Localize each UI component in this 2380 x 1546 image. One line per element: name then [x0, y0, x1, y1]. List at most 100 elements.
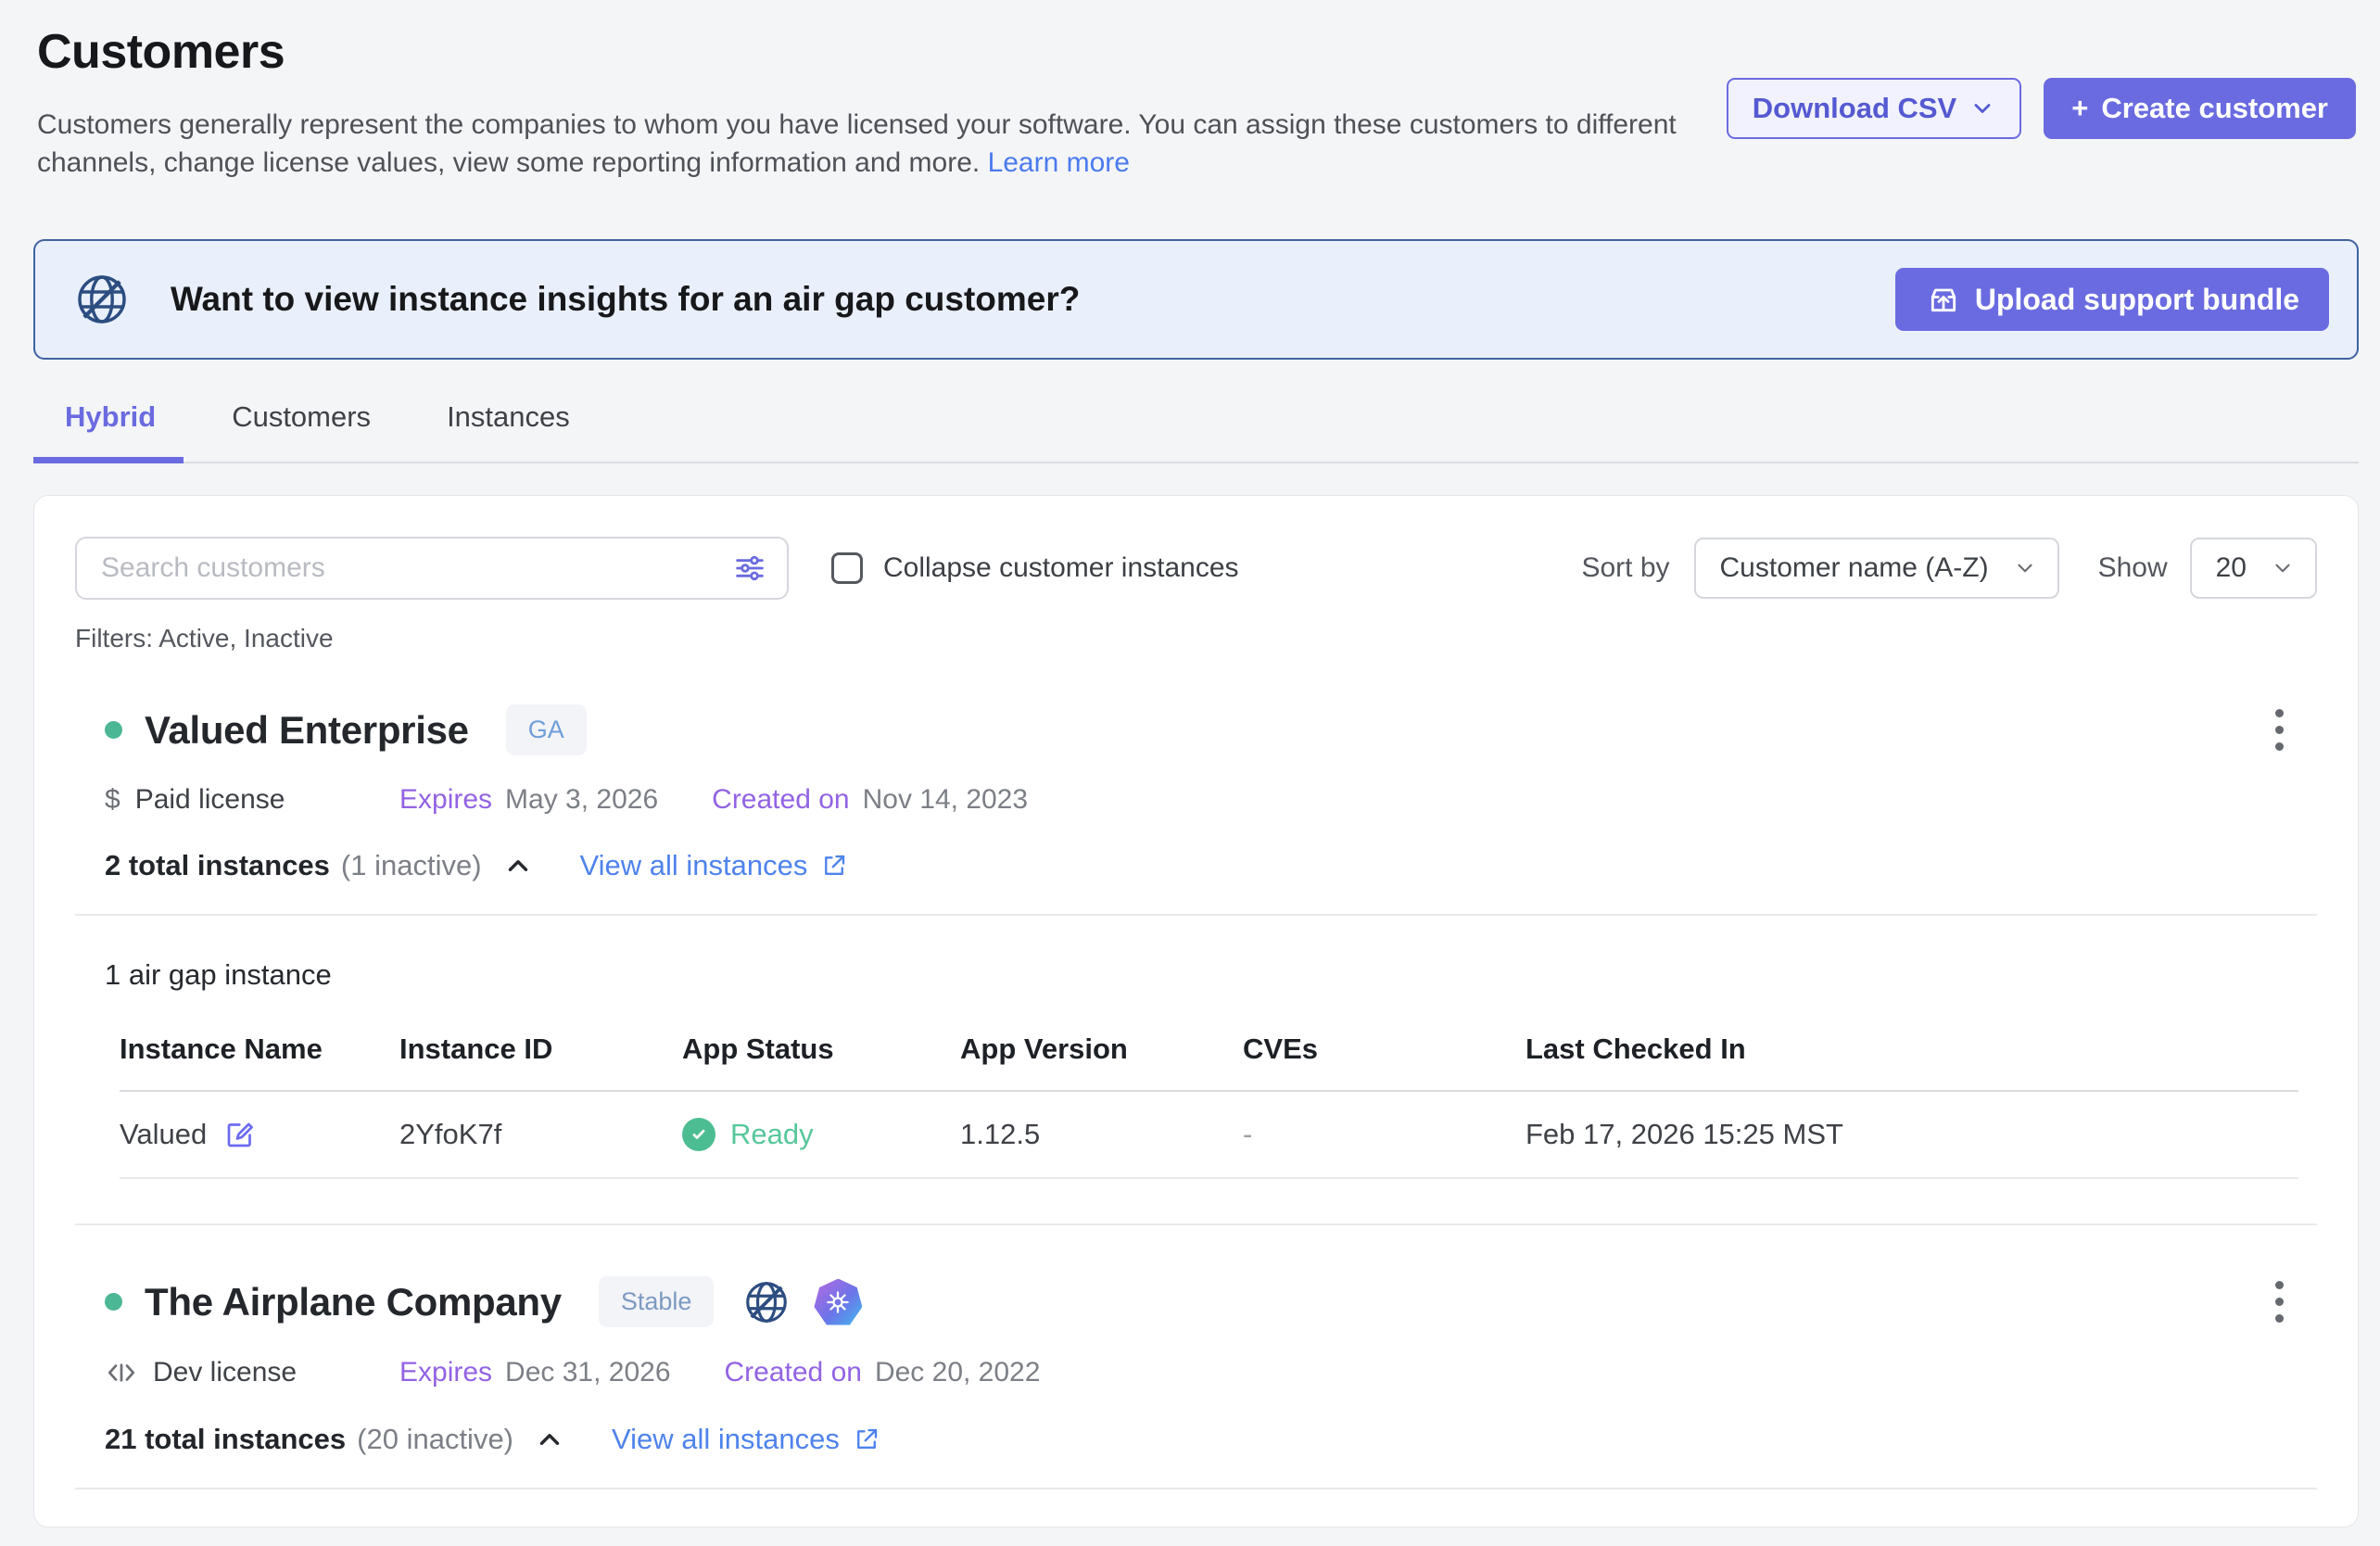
expires-date: Dec 31, 2026 — [505, 1357, 670, 1388]
customer-name[interactable]: The Airplane Company — [145, 1280, 562, 1324]
download-csv-label: Download CSV — [1753, 92, 1956, 125]
sort-by-select[interactable]: Customer name (A-Z) — [1694, 538, 2059, 599]
col-instance-name: Instance Name — [120, 1033, 399, 1066]
license-type: $ Paid license — [105, 784, 399, 816]
col-app-version: App Version — [960, 1033, 1243, 1066]
expires-label: Expires — [399, 784, 492, 816]
external-link-icon — [820, 852, 848, 880]
view-all-instances-label: View all instances — [612, 1423, 840, 1456]
cves-value: - — [1243, 1118, 1525, 1151]
search-input[interactable] — [99, 551, 731, 585]
section-divider — [75, 1223, 2317, 1225]
inactive-instances-text: (20 inactive) — [357, 1423, 513, 1456]
show-select[interactable]: 20 — [2190, 538, 2317, 599]
customer-header: The Airplane Company Stable — [75, 1275, 2317, 1328]
col-cves: CVEs — [1243, 1033, 1525, 1066]
view-all-instances-label: View all instances — [580, 849, 808, 882]
check-circle-icon — [682, 1118, 715, 1151]
download-csv-button[interactable]: Download CSV — [1727, 78, 2021, 139]
create-customer-button[interactable]: + Create customer — [2044, 78, 2356, 139]
app-status: Ready — [730, 1118, 814, 1151]
divider — [75, 914, 2317, 916]
instance-table-header: Instance Name Instance ID App Status App… — [120, 1033, 2298, 1092]
divider — [75, 1488, 2317, 1489]
customer-menu-button[interactable] — [2270, 1275, 2289, 1328]
view-all-instances-link[interactable]: View all instances — [612, 1423, 880, 1456]
chevron-down-icon — [1969, 95, 1995, 121]
learn-more-link[interactable]: Learn more — [988, 147, 1130, 178]
expires-date: May 3, 2026 — [505, 784, 658, 816]
create-customer-label: Create customer — [2101, 92, 2328, 125]
app-version: 1.12.5 — [960, 1118, 1243, 1151]
external-link-icon — [853, 1426, 880, 1453]
created-on-label: Created on — [725, 1357, 862, 1388]
chevron-up-icon[interactable] — [534, 1424, 565, 1455]
plus-icon: + — [2071, 92, 2088, 125]
collapse-instances-label: Collapse customer instances — [883, 552, 1239, 584]
tab-instances[interactable]: Instances — [445, 400, 572, 462]
last-checked-in: Feb 17, 2026 15:25 MST — [1525, 1118, 2298, 1151]
customer-header: Valued Enterprise GA — [75, 703, 2317, 756]
upload-bundle-icon — [1925, 281, 1962, 318]
filter-sliders-icon[interactable] — [731, 550, 768, 587]
show-label: Show — [2098, 552, 2168, 584]
install-type-icons — [741, 1277, 862, 1327]
instances-summary-row: 2 total instances (1 inactive) View all … — [75, 849, 2317, 882]
air-gap-banner: Want to view instance insights for an ai… — [33, 239, 2359, 360]
instance-table: Instance Name Instance ID App Status App… — [120, 1033, 2298, 1179]
page-description-text: Customers generally represent the compan… — [37, 109, 1677, 178]
active-filters-text: Filters: Active, Inactive — [75, 624, 2317, 653]
air-gap-globe-icon — [72, 270, 132, 329]
air-gap-globe-icon — [741, 1277, 791, 1327]
dollar-icon: $ — [105, 784, 120, 816]
active-status-dot — [105, 721, 122, 739]
view-all-instances-link[interactable]: View all instances — [580, 849, 849, 882]
tab-hybrid[interactable]: Hybrid — [63, 400, 158, 462]
instance-name-cell: Valued — [120, 1118, 399, 1151]
kubernetes-icon — [814, 1279, 862, 1325]
page-title: Customers — [37, 24, 2358, 80]
instance-id: 2YfoK7f — [399, 1118, 682, 1151]
created-date: Nov 14, 2023 — [863, 784, 1028, 816]
license-row: $ Paid license Expires May 3, 2026 Creat… — [75, 784, 2317, 816]
toolbar: Collapse customer instances Sort by Cust… — [75, 537, 2317, 600]
page-header: Customers Customers generally represent … — [0, 0, 2380, 182]
banner-heading: Want to view instance insights for an ai… — [171, 280, 1080, 319]
col-last-checked-in: Last Checked In — [1525, 1033, 2298, 1066]
channel-badge: Stable — [599, 1276, 715, 1327]
table-row: Valued 2YfoK7f Ready 1.12.5 - Feb 17, 20… — [120, 1092, 2298, 1179]
chevron-up-icon[interactable] — [502, 850, 534, 881]
col-instance-id: Instance ID — [399, 1033, 682, 1066]
upload-support-bundle-button[interactable]: Upload support bundle — [1895, 268, 2329, 331]
license-type-label: Dev license — [153, 1357, 297, 1388]
instances-summary-row: 21 total instances (20 inactive) View al… — [75, 1423, 2317, 1456]
show-value: 20 — [2216, 552, 2247, 584]
total-instances-text: 21 total instances — [105, 1423, 346, 1456]
total-instances-text: 2 total instances — [105, 849, 330, 882]
created-date: Dec 20, 2022 — [875, 1357, 1040, 1388]
customers-card: Collapse customer instances Sort by Cust… — [33, 495, 2359, 1527]
edit-icon[interactable] — [223, 1118, 257, 1151]
tab-customers[interactable]: Customers — [230, 400, 373, 462]
sort-by-value: Customer name (A-Z) — [1720, 552, 1989, 584]
toolbar-right: Sort by Customer name (A-Z) Show 20 — [1581, 538, 2317, 599]
upload-bundle-label: Upload support bundle — [1975, 283, 2299, 317]
created-on-label: Created on — [712, 784, 849, 816]
license-row: Dev license Expires Dec 31, 2026 Created… — [75, 1356, 2317, 1389]
customer-menu-button[interactable] — [2270, 703, 2289, 756]
page-description: Customers generally represent the compan… — [37, 106, 1696, 182]
collapse-instances-control[interactable]: Collapse customer instances — [831, 552, 1239, 584]
customer-name[interactable]: Valued Enterprise — [145, 708, 469, 753]
chevron-down-icon — [2271, 556, 2295, 580]
active-status-dot — [105, 1293, 122, 1311]
license-type: Dev license — [105, 1356, 399, 1389]
expires-label: Expires — [399, 1357, 492, 1388]
customer-section-valued-enterprise: Valued Enterprise GA $ Paid license Expi… — [75, 703, 2317, 1225]
header-actions: Download CSV + Create customer — [1727, 78, 2356, 139]
col-app-status: App Status — [682, 1033, 960, 1066]
chevron-down-icon — [2013, 556, 2037, 580]
collapse-instances-checkbox[interactable] — [831, 552, 863, 584]
search-box — [75, 537, 789, 600]
app-status-cell: Ready — [682, 1118, 960, 1151]
inactive-instances-text: (1 inactive) — [341, 849, 482, 882]
